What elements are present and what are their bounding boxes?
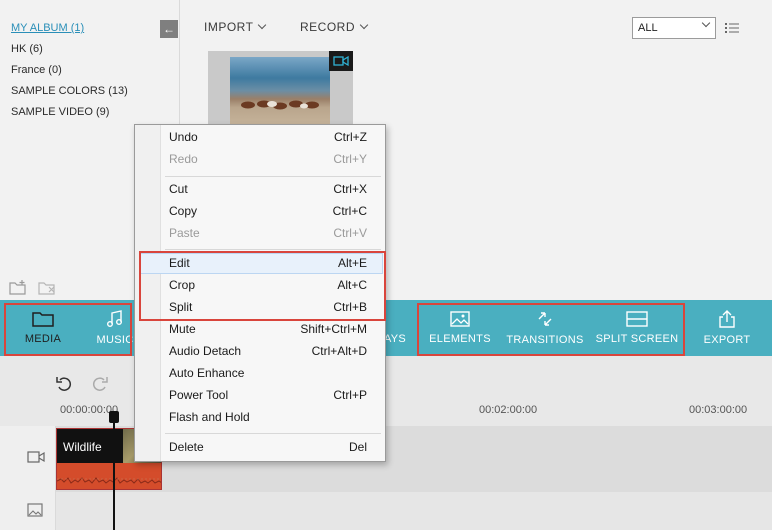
menu-shortcut: Del <box>348 440 367 454</box>
menu-item-delete[interactable]: Delete Del <box>169 440 381 454</box>
highlight-edit-crop-split <box>139 251 386 321</box>
filter-value: ALL <box>638 22 658 34</box>
menu-item-undo[interactable]: Undo Ctrl+Z <box>169 130 381 144</box>
list-view-icon[interactable] <box>725 22 739 34</box>
media-library-panel: MY ALBUM (1) HK (6) France (0) SAMPLE CO… <box>0 0 772 300</box>
menu-label: Mute <box>169 322 196 336</box>
transitions-tab-label: TRANSITIONS <box>506 334 584 346</box>
album-item-sample-video[interactable]: SAMPLE VIDEO (9) <box>11 106 109 118</box>
split-screen-tab-label: SPLIT SCREEN <box>595 333 679 345</box>
menu-item-copy[interactable]: Copy Ctrl+C <box>169 204 381 218</box>
album-item-hk[interactable]: HK (6) <box>11 43 43 55</box>
media-filter-select[interactable]: ALL <box>632 17 716 39</box>
video-thumbnail-image <box>230 57 330 127</box>
image-track[interactable] <box>56 492 772 530</box>
menu-label: Audio Detach <box>169 344 242 358</box>
menu-shortcut: Ctrl+P <box>333 388 367 402</box>
media-tab-label: MEDIA <box>24 333 62 345</box>
new-folder-icon[interactable] <box>9 279 27 295</box>
menu-item-redo[interactable]: Redo Ctrl+Y <box>169 152 381 166</box>
split-screen-tab-button[interactable]: SPLIT SCREEN <box>594 300 680 356</box>
transitions-icon <box>538 312 552 326</box>
media-thumbnail[interactable] <box>208 51 353 131</box>
image-icon <box>450 311 470 327</box>
import-dropdown[interactable]: IMPORT <box>204 20 267 34</box>
export-button[interactable]: EXPORT <box>694 300 760 356</box>
menu-shortcut: Ctrl+Z <box>334 130 367 144</box>
music-tab-label: MUSIC <box>96 334 134 346</box>
audio-waveform <box>57 477 161 484</box>
context-menu: Undo Ctrl+Z Redo Ctrl+Y Cut Ctrl+X Copy … <box>134 124 386 462</box>
menu-shortcut: Shift+Ctrl+M <box>300 322 367 336</box>
chevron-down-icon <box>359 20 369 30</box>
clip-title: Wildlife <box>63 440 102 454</box>
album-item-my-album[interactable]: MY ALBUM (1) <box>11 22 84 34</box>
menu-separator <box>165 176 381 177</box>
ruler-time-2: 00:02:00:00 <box>479 404 538 416</box>
menu-label: Undo <box>169 130 198 144</box>
menu-item-paste[interactable]: Paste Ctrl+V <box>169 226 381 240</box>
menu-item-auto-enhance[interactable]: Auto Enhance <box>169 366 381 380</box>
export-label: EXPORT <box>703 334 751 346</box>
menu-shortcut: Ctrl+V <box>333 226 367 240</box>
menu-separator <box>165 433 381 434</box>
menu-item-flash-and-hold[interactable]: Flash and Hold <box>169 410 381 424</box>
menu-label: Power Tool <box>169 388 229 402</box>
record-label: RECORD <box>300 20 356 34</box>
ruler-time-3: 00:03:00:00 <box>689 404 748 416</box>
elements-tab-label: ELEMENTS <box>429 333 491 345</box>
chevron-down-icon <box>258 20 267 30</box>
menu-shortcut: Ctrl+Y <box>333 152 367 166</box>
album-item-france[interactable]: France (0) <box>11 64 62 76</box>
menu-label: Delete <box>169 440 204 454</box>
menu-item-cut[interactable]: Cut Ctrl+X <box>169 182 381 196</box>
split-screen-icon <box>626 311 648 327</box>
playhead-line[interactable] <box>113 412 115 530</box>
image-track-icon <box>27 503 43 517</box>
arrow-left-icon: ← <box>163 22 175 36</box>
menu-item-mute[interactable]: Mute Shift+Ctrl+M <box>169 322 381 336</box>
track-headers <box>0 426 56 530</box>
menu-shortcut: Ctrl+X <box>333 182 367 196</box>
redo-icon[interactable] <box>90 373 110 393</box>
menu-label: Auto Enhance <box>169 366 245 380</box>
record-dropdown[interactable]: RECORD <box>300 20 369 34</box>
menu-label: Copy <box>169 204 198 218</box>
menu-shortcut: Ctrl+C <box>332 204 367 218</box>
menu-label: Cut <box>169 182 188 196</box>
export-icon <box>719 310 735 328</box>
video-camera-icon <box>329 51 353 71</box>
overlays-tab-label: AYS <box>383 333 407 345</box>
menu-shortcut: Ctrl+Alt+D <box>311 344 367 358</box>
menu-label: Redo <box>169 152 198 166</box>
undo-icon[interactable] <box>54 373 74 393</box>
chevron-down-icon <box>701 18 711 28</box>
elements-tab-button[interactable]: ELEMENTS <box>425 300 495 356</box>
collapse-panel-button[interactable]: ← <box>160 20 178 38</box>
main-toolbar: MEDIA MUSIC AYS ELEMENTS TRANSITIONS SPL <box>0 300 772 356</box>
menu-item-power-tool[interactable]: Power Tool Ctrl+P <box>169 388 381 402</box>
folder-icon <box>32 312 54 327</box>
menu-label: Flash and Hold <box>169 410 250 424</box>
transitions-tab-button[interactable]: TRANSITIONS <box>502 300 588 356</box>
menu-item-audio-detach[interactable]: Audio Detach Ctrl+Alt+D <box>169 344 381 358</box>
menu-separator <box>165 249 381 250</box>
import-label: IMPORT <box>204 20 254 34</box>
menu-label: Paste <box>169 226 200 240</box>
video-track-icon <box>27 451 45 463</box>
media-tab-button[interactable]: MEDIA <box>8 300 78 356</box>
timeline-panel: 00:00:00:00 00:02:00:00 00:03:00:00 Wild… <box>0 356 772 530</box>
music-note-icon <box>107 310 122 327</box>
album-item-sample-colors[interactable]: SAMPLE COLORS (13) <box>11 85 128 97</box>
delete-folder-icon[interactable] <box>38 279 56 295</box>
